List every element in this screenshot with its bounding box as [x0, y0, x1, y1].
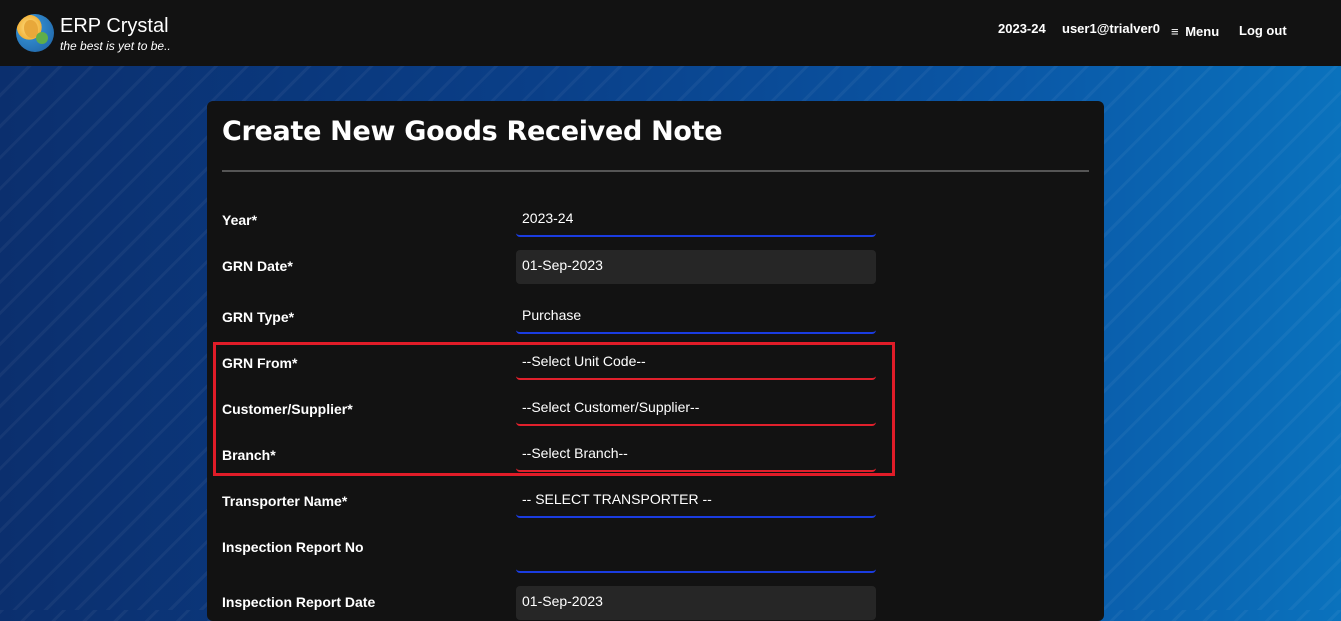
- grn-from-select[interactable]: --Select Unit Code--: [516, 346, 876, 380]
- year-select[interactable]: 2023-24: [516, 203, 876, 237]
- grn-date-field[interactable]: 01-Sep-2023: [516, 250, 876, 284]
- grn-type-select[interactable]: Purchase: [516, 300, 876, 334]
- user-account-link[interactable]: user1@trialver0: [1062, 21, 1160, 36]
- customer-supplier-label: Customer/Supplier*: [222, 401, 353, 417]
- inspection-report-no-input[interactable]: [516, 539, 876, 573]
- inspection-report-no-label: Inspection Report No: [222, 539, 364, 555]
- branch-label: Branch*: [222, 447, 276, 463]
- brand-name[interactable]: ERP Crystal: [60, 15, 169, 38]
- inspection-report-date-label: Inspection Report Date: [222, 594, 376, 610]
- grn-from-label: GRN From*: [222, 355, 298, 371]
- customer-supplier-select[interactable]: --Select Customer/Supplier--: [516, 392, 876, 426]
- page-title: Create New Goods Received Note: [222, 116, 723, 147]
- financial-year-link[interactable]: 2023-24: [998, 21, 1046, 36]
- globe-logo-icon[interactable]: [16, 14, 54, 52]
- branch-select[interactable]: --Select Branch--: [516, 438, 876, 472]
- menu-label: Menu: [1185, 24, 1220, 39]
- title-divider: [222, 170, 1089, 172]
- logout-link[interactable]: Log out: [1239, 23, 1287, 38]
- brand-tagline: the best is yet to be..: [60, 39, 171, 53]
- grn-date-label: GRN Date*: [222, 258, 293, 274]
- menu-button[interactable]: ≡ Menu: [1171, 24, 1219, 39]
- year-label: Year*: [222, 212, 258, 228]
- transporter-name-label: Transporter Name*: [222, 493, 348, 509]
- grn-type-label: GRN Type*: [222, 309, 295, 325]
- inspection-report-date-field[interactable]: 01-Sep-2023: [516, 586, 876, 620]
- top-navbar: ERP Crystal the best is yet to be.. 2023…: [0, 0, 1341, 66]
- hamburger-icon: ≡: [1171, 24, 1179, 39]
- grn-form-card: Create New Goods Received Note Year* 202…: [207, 101, 1104, 621]
- transporter-name-select[interactable]: -- SELECT TRANSPORTER --: [516, 484, 876, 518]
